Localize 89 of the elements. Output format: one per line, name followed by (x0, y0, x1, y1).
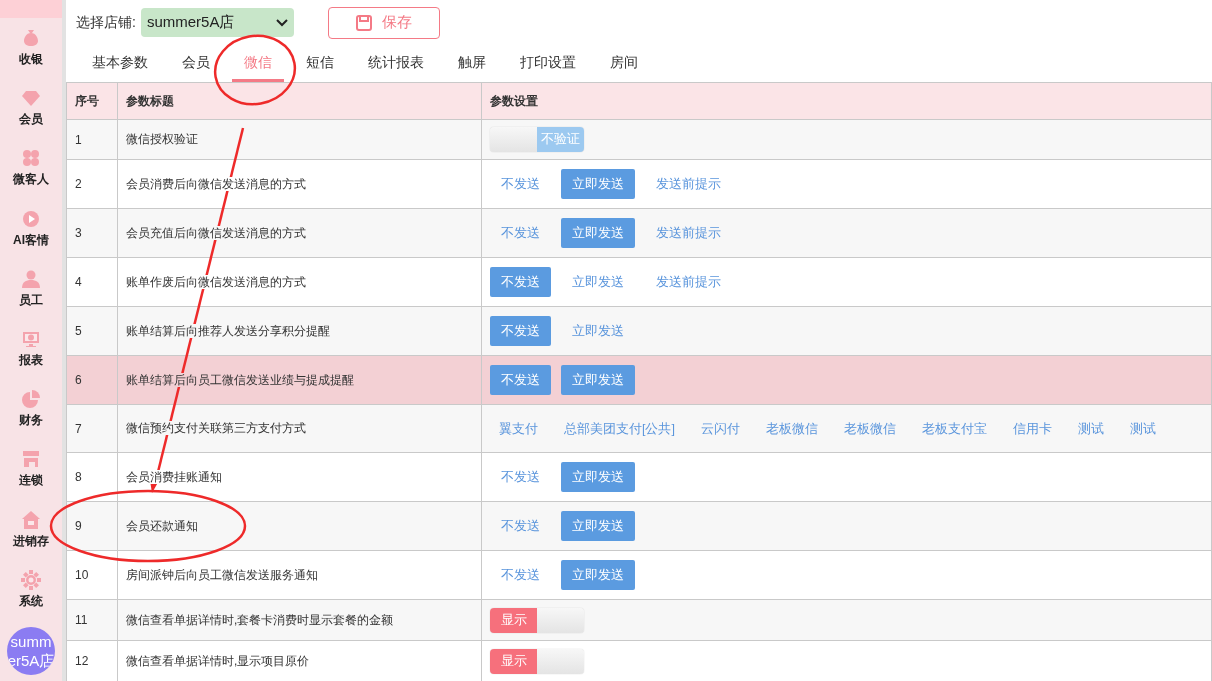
sidebar-item[interactable]: 系统 (0, 559, 62, 620)
table-cell: 4 (66, 257, 118, 307)
table-cell: 微信查看单据详情时,套餐卡消费时显示套餐的金额 (126, 612, 394, 627)
sidebar-item[interactable]: 会员 (0, 78, 62, 139)
clover-icon (21, 148, 41, 169)
table-cell: 11 (66, 599, 118, 641)
store-icon (21, 449, 41, 470)
tab[interactable]: 房间 (598, 45, 650, 82)
table-cell: 2 (66, 159, 118, 209)
store-label: 选择店铺: (76, 13, 136, 32)
table-cell: 会员消费挂账通知 (126, 469, 222, 484)
sidebar-item[interactable]: 财务 (0, 379, 62, 440)
option-button[interactable]: 不发送 (490, 365, 551, 395)
save-button[interactable]: 保存 (327, 6, 440, 39)
table-cell: 房间派钟后向员工微信发送服务通知 (126, 567, 318, 582)
toggle-switch[interactable]: 显示 (490, 607, 584, 633)
option-button[interactable]: 老板支付宝 (912, 413, 996, 444)
table-cell: 7 (66, 404, 118, 453)
sidebar-item[interactable]: 连锁 (0, 439, 62, 500)
option-button[interactable]: 不发送 (490, 218, 551, 248)
monitor-icon (21, 329, 41, 350)
toggle-switch[interactable]: 显示 (490, 648, 584, 674)
play-icon (21, 208, 41, 229)
table-cell: 微信授权验证 (126, 132, 198, 146)
table-cell: 微信预约支付关联第三方支付方式 (126, 421, 306, 435)
option-button[interactable]: 发送前提示 (645, 267, 732, 297)
option-button[interactable]: 测试 (1120, 413, 1165, 444)
table-cell: 3 (66, 208, 118, 258)
chevron-down-icon (275, 18, 288, 27)
column-header: 序号 (66, 82, 118, 120)
table-cell: 账单结算后向推荐人发送分享积分提醒 (126, 323, 330, 338)
person-icon (21, 268, 41, 289)
option-button[interactable]: 不发送 (490, 169, 551, 199)
option-button[interactable]: 测试 (1068, 413, 1113, 444)
option-button[interactable]: 老板微信 (834, 413, 905, 444)
option-button[interactable]: 立即发送 (561, 267, 635, 297)
sidebar-item[interactable]: 报表 (0, 318, 62, 380)
sidebar-item[interactable]: 进销存 (0, 499, 62, 560)
table-cell: 8 (66, 452, 118, 502)
option-button[interactable]: 不发送 (490, 316, 551, 346)
table-cell: 会员还款通知 (126, 518, 198, 533)
sidebar-item-background (0, 0, 62, 18)
pie-icon (21, 389, 41, 410)
option-button[interactable]: 发送前提示 (645, 169, 732, 199)
option-button[interactable]: 信用卡 (1003, 413, 1061, 444)
table-cell: 10 (66, 550, 118, 600)
sidebar-item[interactable]: 微客人 (0, 138, 62, 199)
house-icon (21, 509, 41, 530)
option-button[interactable]: 立即发送 (561, 365, 635, 395)
sidebar-item[interactable]: 收银 (0, 18, 62, 79)
tab[interactable]: 基本参数 (80, 45, 160, 82)
option-button[interactable]: 立即发送 (561, 218, 635, 248)
tab[interactable]: 触屏 (446, 45, 498, 82)
column-header: 参数设置 (481, 82, 1212, 120)
tab[interactable]: 打印设置 (508, 45, 588, 82)
option-button[interactable]: 发送前提示 (645, 218, 732, 248)
table-cell: 微信查看单据详情时,显示项目原价 (126, 653, 310, 668)
option-button[interactable]: 不发送 (490, 267, 551, 297)
option-button[interactable]: 不发送 (490, 462, 551, 492)
tab[interactable]: 短信 (294, 45, 346, 82)
column-header: 参数标题 (117, 82, 482, 120)
option-button[interactable]: 立即发送 (561, 560, 635, 590)
tab[interactable]: 会员 (170, 45, 222, 82)
toggle-switch[interactable]: 不验证 (490, 127, 584, 152)
option-button[interactable]: 立即发送 (561, 316, 635, 346)
table-cell: 会员消费后向微信发送消息的方式 (126, 176, 306, 191)
option-button[interactable]: 翼支付 (490, 413, 547, 444)
sidebar-item[interactable]: 员工 (0, 258, 62, 319)
tab[interactable]: 统计报表 (356, 45, 436, 82)
sidebar-item[interactable]: AI客情 (0, 198, 62, 259)
option-button[interactable]: 云闪付 (691, 413, 749, 444)
option-button[interactable]: 立即发送 (561, 462, 635, 492)
table-cell: 会员充值后向微信发送消息的方式 (126, 225, 306, 240)
table-cell: 账单结算后向员工微信发送业绩与提成提醒 (126, 372, 354, 387)
table-cell: 6 (66, 355, 118, 405)
moneybag-icon (21, 28, 41, 49)
table-cell: 5 (66, 306, 118, 356)
option-button[interactable]: 不发送 (490, 511, 551, 541)
table-cell: 9 (66, 501, 118, 551)
option-button[interactable]: 不发送 (490, 560, 551, 590)
option-button[interactable]: 立即发送 (561, 511, 635, 541)
table-cell: 12 (66, 640, 118, 681)
table-cell: 账单作废后向微信发送消息的方式 (126, 274, 306, 289)
option-button[interactable]: 立即发送 (561, 169, 635, 199)
store-select[interactable]: summer5A店 (140, 8, 294, 37)
table-cell: 1 (66, 119, 118, 160)
gear-icon (21, 569, 41, 590)
option-button[interactable]: 总部美团支付[公共] (555, 413, 684, 444)
option-button[interactable]: 老板微信 (756, 413, 827, 444)
